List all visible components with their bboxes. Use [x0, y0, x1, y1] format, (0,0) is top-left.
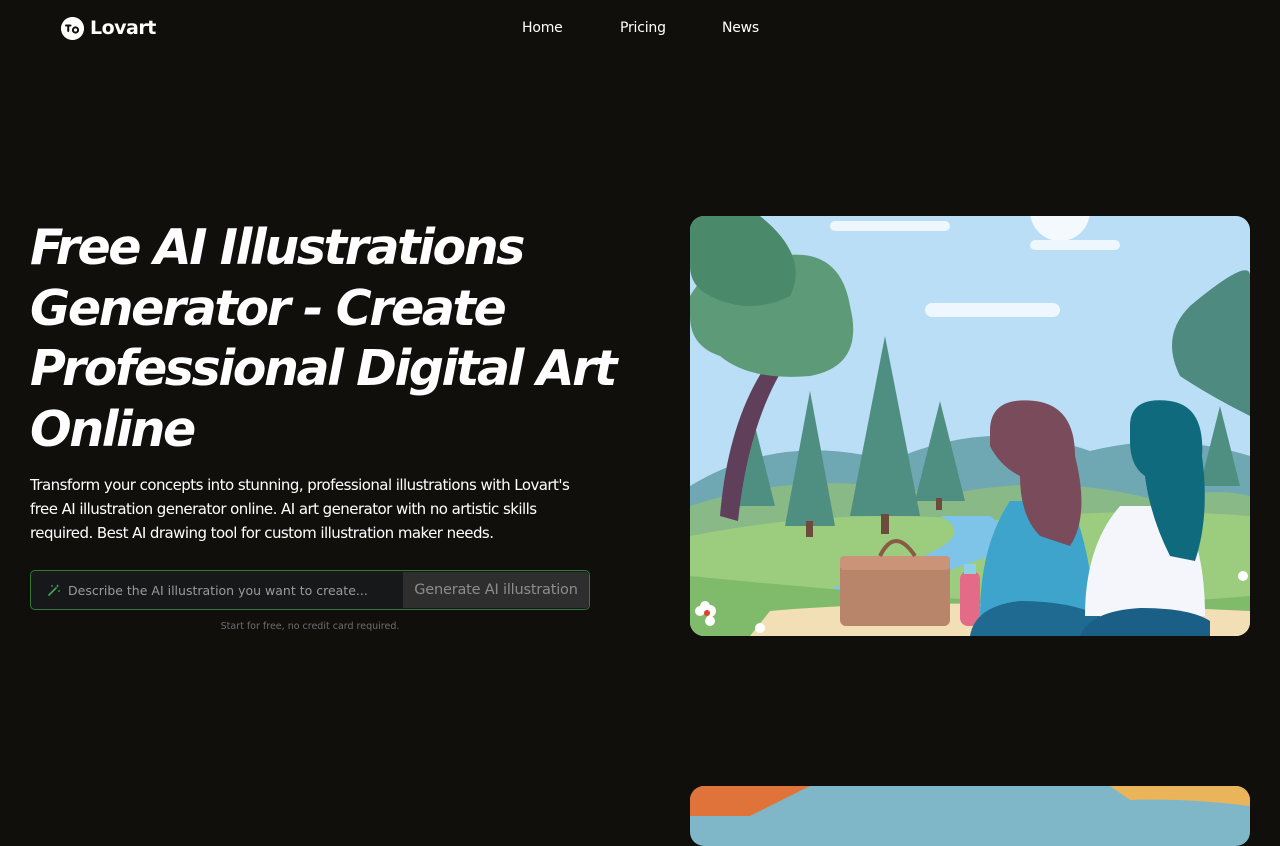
main-nav: Home Pricing News	[522, 19, 759, 37]
hero-illustration	[690, 216, 1250, 636]
next-illustration-card	[690, 786, 1250, 846]
brand-logo[interactable]: Lovart	[61, 16, 156, 40]
nav-pricing-link[interactable]: Pricing	[620, 19, 722, 37]
lovart-logo-icon	[61, 16, 84, 40]
nav-news-link[interactable]: News	[722, 19, 759, 37]
nav-home-link[interactable]: Home	[522, 19, 620, 37]
generate-button[interactable]: Generate AI illustration	[403, 572, 589, 608]
prompt-input[interactable]	[61, 572, 403, 608]
prompt-bar: Generate AI illustration	[30, 570, 590, 610]
brand-name: Lovart	[90, 17, 156, 39]
hero-description: Transform your concepts into stunning, p…	[30, 476, 570, 542]
site-header: Lovart Home Pricing News	[0, 0, 1280, 56]
magic-wand-icon	[48, 584, 60, 596]
hero-title: Free AI Illustrations Generator - Create…	[30, 219, 617, 458]
free-trial-note: Start for free, no credit card required.	[220, 621, 400, 632]
